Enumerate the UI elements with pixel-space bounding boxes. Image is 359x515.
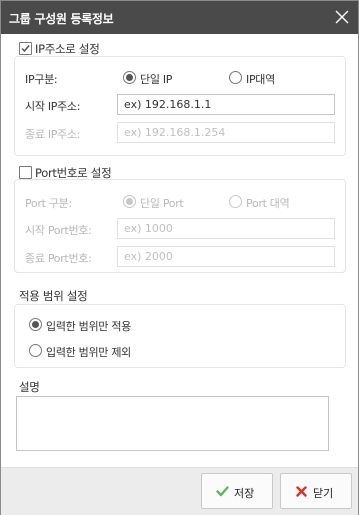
port-single-label: 단일 Port <box>140 197 184 210</box>
ip-section-title: IP주소로 설정 <box>35 42 100 56</box>
save-button-label: 저장 <box>234 487 255 500</box>
port-type-label: Port 구분: <box>25 197 72 210</box>
description-textarea[interactable] <box>16 396 329 451</box>
x-icon <box>296 486 307 500</box>
port-range-radio[interactable] <box>229 195 242 208</box>
scope-exclude-radio[interactable] <box>29 344 42 357</box>
close-button-label: 닫기 <box>313 487 334 500</box>
ip-start-label: 시작 IP주소: <box>25 100 81 113</box>
port-range-label: Port 대역 <box>246 197 290 210</box>
port-end-input[interactable]: ex) 2000 <box>117 246 335 267</box>
member-properties-dialog: 그룹 구성원 등록정보 IP주소로 설정 IP구분: 단일 IP IP대역 시작… <box>0 0 359 515</box>
ip-single-label: 단일 IP <box>140 73 173 86</box>
port-start-label: 시작 Port번호: <box>25 224 92 237</box>
port-single-radio[interactable] <box>123 195 136 208</box>
close-button[interactable]: 닫기 <box>280 473 352 509</box>
scope-exclude-label: 입력한 범위만 제외 <box>46 346 131 359</box>
scope-title: 적용 범위 설정 <box>19 289 88 303</box>
port-end-label: 종료 Port번호: <box>25 252 92 265</box>
ip-end-label: 종료 IP주소: <box>25 128 81 141</box>
scope-apply-radio[interactable] <box>29 318 42 331</box>
description-label: 설명 <box>19 380 40 394</box>
dialog-titlebar: 그룹 구성원 등록정보 <box>1 1 358 34</box>
port-section-title: Port번호로 설정 <box>35 166 112 180</box>
ip-single-radio[interactable] <box>123 71 136 84</box>
port-start-input[interactable]: ex) 1000 <box>117 218 335 239</box>
ip-enable-checkbox[interactable] <box>19 42 32 55</box>
save-button[interactable]: 저장 <box>201 473 273 509</box>
ip-end-input[interactable]: ex) 192.168.1.254 <box>117 122 335 143</box>
close-icon[interactable] <box>333 8 351 26</box>
ip-type-label: IP구분: <box>25 73 58 86</box>
ip-start-input[interactable]: ex) 192.168.1.1 <box>117 94 335 115</box>
check-icon <box>216 486 229 500</box>
ip-range-label: IP대역 <box>246 73 275 86</box>
scope-apply-label: 입력한 범위만 적용 <box>46 320 131 333</box>
ip-range-radio[interactable] <box>229 71 242 84</box>
port-enable-checkbox[interactable] <box>19 166 32 179</box>
dialog-title: 그룹 구성원 등록정보 <box>9 12 114 26</box>
